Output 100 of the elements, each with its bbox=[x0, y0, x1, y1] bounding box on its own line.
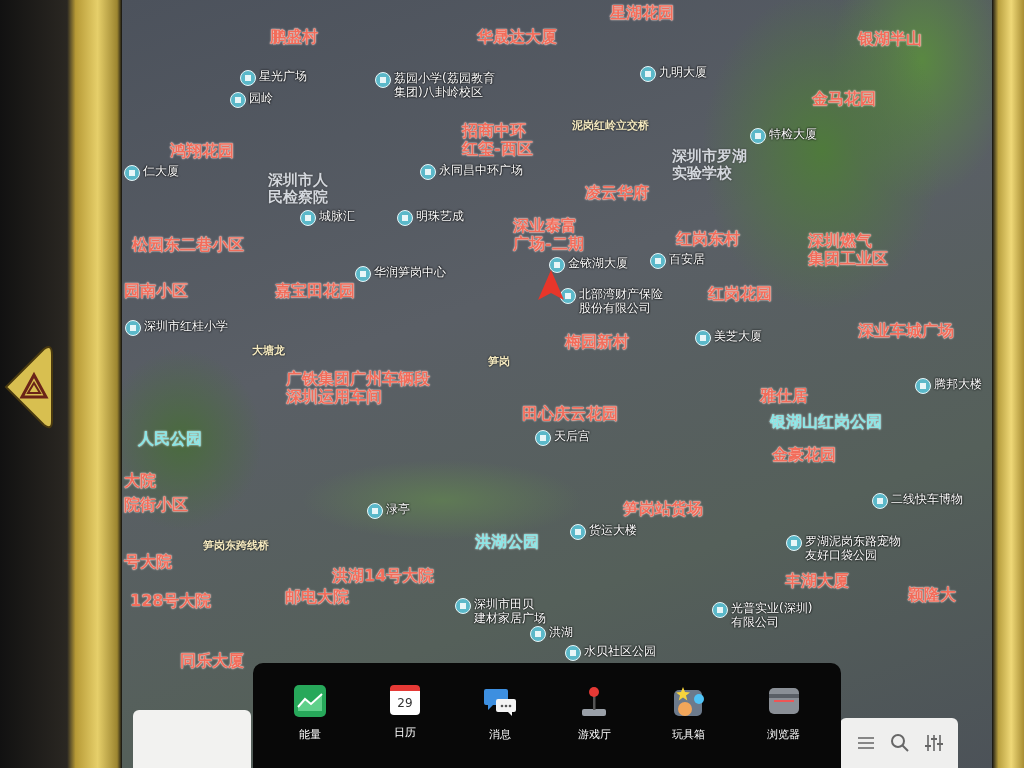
satellite-map[interactable] bbox=[122, 0, 992, 768]
map-label: 人民公园 bbox=[138, 430, 202, 449]
poi-icon bbox=[535, 430, 551, 446]
browser-icon bbox=[767, 685, 800, 717]
map-label: 城脉汇 bbox=[319, 210, 355, 224]
map-label: 嘉宝田花园 bbox=[275, 282, 355, 301]
poi-icon bbox=[375, 72, 391, 88]
map-label: 深圳市人民检察院 bbox=[268, 172, 328, 207]
map-label: 永同昌中环广场 bbox=[439, 164, 523, 178]
poi-icon bbox=[650, 253, 666, 269]
map-label: 园岭 bbox=[249, 92, 273, 106]
map-label: 洪湖公园 bbox=[475, 533, 539, 552]
map-label: 金豪花园 bbox=[772, 446, 836, 465]
app-launcher[interactable]: 29 日历 bbox=[365, 685, 445, 768]
map-label: 笋岗东跨线桥 bbox=[203, 540, 269, 553]
map-label: 红岗花园 bbox=[708, 285, 772, 304]
map-label: 松园东二巷小区 bbox=[132, 236, 244, 255]
map-label: 金马花园 bbox=[812, 90, 876, 109]
poi-icon bbox=[420, 164, 436, 180]
map-label: 货运大楼 bbox=[589, 524, 637, 538]
navigation-arrow-icon bbox=[538, 270, 564, 300]
poi-icon bbox=[750, 128, 766, 144]
map-label: 红岗东村 bbox=[676, 230, 740, 249]
hazard-button[interactable] bbox=[4, 345, 54, 430]
poi-icon bbox=[640, 66, 656, 82]
poi-icon bbox=[125, 320, 141, 336]
poi-icon bbox=[355, 266, 371, 282]
map-label: 百安居 bbox=[669, 253, 705, 267]
map-label: 招商中环红玺-西区 bbox=[462, 122, 533, 159]
poi-icon bbox=[786, 535, 802, 551]
map-label: 水贝社区公园 bbox=[584, 645, 656, 659]
map-label: 田心庆云花园 bbox=[522, 405, 618, 424]
calendar-icon: 29 bbox=[390, 685, 420, 715]
map-label: 明珠艺成 bbox=[416, 210, 464, 224]
map-label: 洪湖14号大院 bbox=[332, 567, 435, 586]
map-label: 笋岗站货场 bbox=[623, 500, 703, 519]
map-label: 星光广场 bbox=[259, 70, 307, 84]
map-label: 华晟达大厦 bbox=[477, 28, 557, 47]
app-launcher[interactable]: 玩具箱 bbox=[648, 685, 729, 768]
poi-icon bbox=[240, 70, 256, 86]
map-label: 星湖花园 bbox=[610, 4, 674, 23]
map-label: 天后宫 bbox=[554, 430, 590, 444]
map-label: 荔园小学(荔园教育集团)八卦岭校区 bbox=[394, 72, 495, 100]
map-label: 特检大厦 bbox=[769, 128, 817, 142]
poi-icon bbox=[530, 626, 546, 642]
map-label: 邮电大院 bbox=[285, 588, 349, 607]
map-label: 丰湖大厦 bbox=[785, 572, 849, 591]
map-label: 院街小区 bbox=[124, 496, 188, 515]
app-launcher[interactable]: 能量 bbox=[270, 685, 351, 768]
map-label: 美芝大厦 bbox=[714, 330, 762, 344]
poi-icon bbox=[230, 92, 246, 108]
app-launcher[interactable]: 浏览器 bbox=[743, 685, 824, 768]
map-label: 深圳燃气集团工业区 bbox=[808, 232, 888, 269]
map-label: 华润笋岗中心 bbox=[374, 266, 446, 280]
map-label: 笋岗 bbox=[488, 356, 510, 369]
chart-icon bbox=[294, 685, 327, 717]
poi-icon bbox=[300, 210, 316, 226]
map-label: 鸿翔花园 bbox=[170, 142, 234, 161]
poi-icon bbox=[397, 210, 413, 226]
poi-icon bbox=[565, 645, 581, 661]
map-label: 深圳市田贝建材家居广场 bbox=[474, 598, 546, 626]
map-label: 大院 bbox=[124, 472, 156, 491]
search-icon[interactable] bbox=[890, 733, 910, 753]
app-launcher[interactable]: 游戏厅 bbox=[554, 685, 635, 768]
map-label: 深业车城广场 bbox=[858, 322, 954, 341]
poi-icon bbox=[124, 165, 140, 181]
map-label: 凌云华府 bbox=[585, 184, 649, 203]
map-label: 罗湖泥岗东路宠物友好口袋公园 bbox=[805, 535, 901, 563]
poi-icon bbox=[549, 257, 565, 273]
map-label: 128号大院 bbox=[130, 592, 212, 611]
map-label: 园南小区 bbox=[124, 282, 188, 301]
map-label: 深圳市罗湖实验学校 bbox=[672, 148, 747, 183]
map-label: 银湖山红岗公园 bbox=[770, 413, 882, 432]
app-launcher[interactable]: 消息 bbox=[459, 685, 540, 768]
map-label: 洪湖 bbox=[549, 626, 573, 640]
map-label: 银湖半山 bbox=[858, 30, 922, 49]
poi-icon bbox=[915, 378, 931, 394]
toybox-icon bbox=[672, 685, 705, 717]
map-label: 光普实业(深圳)有限公司 bbox=[731, 602, 813, 630]
poi-icon bbox=[695, 330, 711, 346]
map-label: 泥岗红岭立交桥 bbox=[572, 120, 649, 133]
poi-icon bbox=[455, 598, 471, 614]
map-label: 梅园新村 bbox=[565, 333, 629, 352]
map-label: 颖隆大 bbox=[908, 586, 956, 605]
map-label: 同乐大厦 bbox=[180, 652, 244, 671]
map-label: 深圳市红桂小学 bbox=[144, 320, 228, 334]
map-label: 深业泰富广场-二期 bbox=[513, 217, 584, 254]
map-label: 仁大厦 bbox=[143, 165, 179, 179]
map-label: 渌亭 bbox=[386, 503, 410, 517]
poi-icon bbox=[872, 493, 888, 509]
sliders-icon[interactable] bbox=[924, 733, 944, 753]
poi-icon bbox=[570, 524, 586, 540]
map-label: 腾邦大楼 bbox=[934, 378, 982, 392]
poi-icon bbox=[712, 602, 728, 618]
map-label: 号大院 bbox=[124, 553, 172, 572]
map-label: 九明大厦 bbox=[659, 66, 707, 80]
map-label: 北部湾财产保险股份有限公司 bbox=[579, 288, 663, 316]
map-label: 广铁集团广州车辆段深圳运用车间 bbox=[286, 370, 430, 407]
poi-icon bbox=[560, 288, 576, 304]
map-label: 鹏盛村 bbox=[270, 28, 318, 47]
